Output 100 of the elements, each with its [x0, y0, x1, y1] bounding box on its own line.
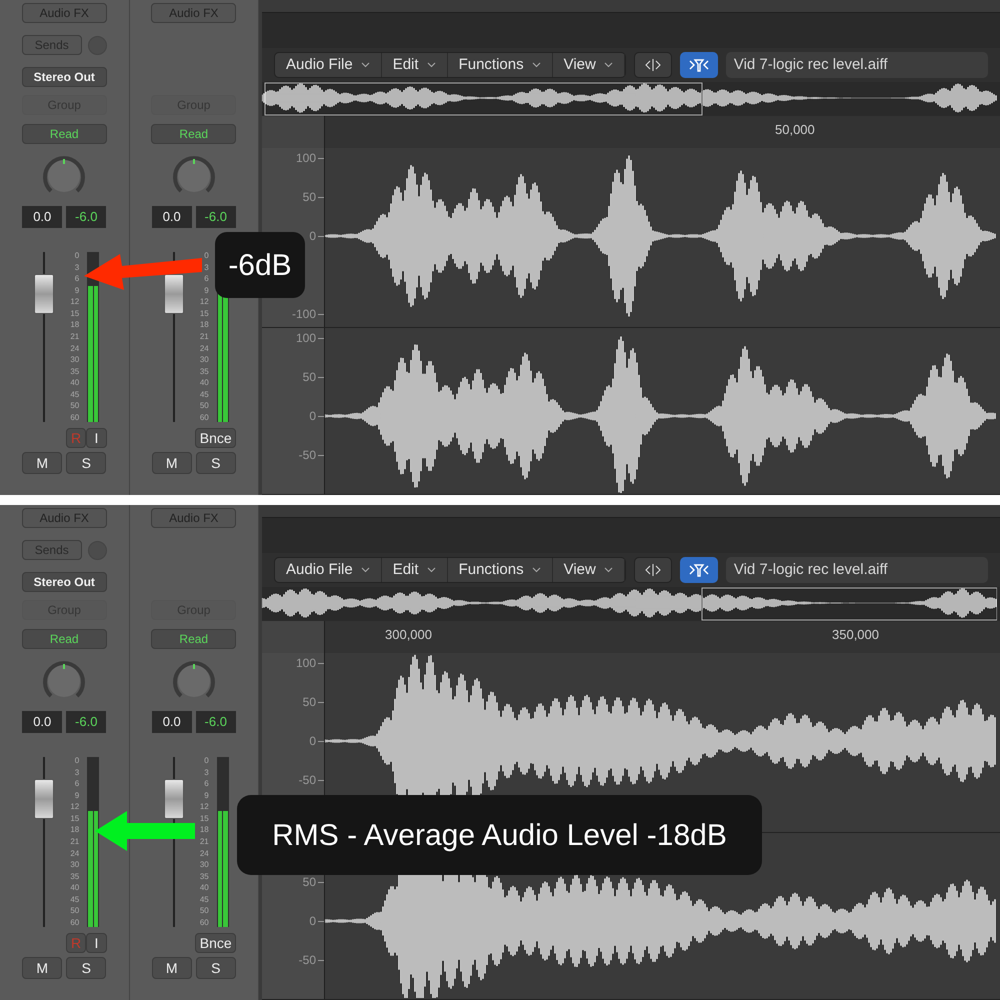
meter-scale-label: 15	[69, 310, 80, 318]
meter-scale-label: 12	[69, 803, 80, 812]
meter-scale-label: 30	[198, 861, 209, 870]
meter-scale-label: 35	[69, 368, 80, 376]
funnel-icon	[688, 58, 710, 72]
volume-value-field[interactable]: -6.0	[196, 206, 236, 228]
meter-scale-label: 9	[203, 792, 209, 800]
callout-label: RMS - Average Audio Level -18dB	[237, 795, 762, 875]
mute-button[interactable]: M	[22, 957, 62, 979]
meter-scale-label: 45	[198, 896, 209, 904]
meter-scale-label: 6	[74, 780, 80, 788]
split-tool-button[interactable]	[634, 52, 672, 78]
meter-scale-label: 24	[69, 850, 80, 858]
pan-value-field[interactable]: 0.0	[152, 711, 192, 733]
menu-button[interactable]: Audio File	[275, 53, 382, 77]
meter-scale-label: 0	[74, 757, 80, 765]
meter-scale-label: 15	[198, 310, 209, 318]
output-button[interactable]: Stereo Out	[22, 572, 107, 592]
meter-scale-label: 9	[203, 286, 209, 295]
chevron-down-icon	[604, 62, 613, 68]
meter-scale-label: 3	[203, 768, 209, 777]
amplitude-label: -50	[298, 954, 316, 966]
pan-value-field[interactable]: 0.0	[22, 711, 62, 733]
automation-mode-button[interactable]: Read	[151, 124, 236, 144]
bounce-button[interactable]: Bnce	[195, 933, 236, 953]
automation-mode-button[interactable]: Read	[22, 124, 107, 144]
pan-value-field[interactable]: 0.0	[152, 206, 192, 228]
meter-scale-label: 15	[198, 814, 209, 823]
split-icon	[644, 563, 662, 577]
meter-scale-label: 40	[69, 884, 80, 892]
amplitude-label: 0	[309, 915, 316, 927]
mute-button[interactable]: M	[152, 452, 192, 474]
solo-button[interactable]: S	[66, 957, 106, 979]
input-monitor-button[interactable]: I	[86, 933, 107, 953]
meter-scale-label: 6	[203, 780, 209, 788]
meter-scale-label: 15	[69, 814, 80, 823]
volume-value-field[interactable]: -6.0	[66, 206, 106, 228]
catch-playhead-button[interactable]	[680, 52, 718, 78]
arrow-icon	[93, 810, 197, 852]
meter-scale-label: 30	[198, 356, 209, 364]
meter-scale-label: 24	[198, 850, 209, 858]
file-name-field: Vid 7-logic rec level.aiff	[726, 557, 988, 583]
split-tool-button[interactable]	[634, 557, 672, 583]
bounce-button[interactable]: Bnce	[195, 428, 236, 448]
solo-button[interactable]: S	[66, 452, 106, 474]
meter-scale-label: 60	[69, 414, 80, 422]
solo-button[interactable]: S	[196, 957, 236, 979]
ruler-label: 50,000	[775, 121, 815, 139]
meter-scale-label: 21	[69, 332, 80, 341]
meter-scale-label: 12	[198, 298, 209, 306]
meter-scale-label: 35	[198, 368, 209, 376]
meter-scale-label: 45	[198, 390, 209, 399]
meter-scale-label: 24	[198, 344, 209, 352]
chevron-down-icon	[426, 567, 436, 573]
menu-button[interactable]: View	[552, 53, 625, 77]
file-name-field: Vid 7-logic rec level.aiff	[726, 52, 988, 78]
menu-button[interactable]: Edit	[382, 558, 448, 582]
meter-scale-label: 40	[198, 884, 209, 892]
meter-scale-label: 6	[74, 275, 80, 284]
menu-button[interactable]: View	[552, 558, 625, 582]
amplitude-label: 0	[309, 735, 316, 747]
volume-value-field[interactable]: -6.0	[66, 711, 106, 733]
ruler-label: 350,000	[832, 626, 879, 644]
menu-button[interactable]: Functions	[448, 53, 553, 77]
output-button[interactable]: Stereo Out	[22, 67, 107, 87]
amplitude-label: 50	[302, 876, 316, 888]
automation-mode-button[interactable]: Read	[151, 629, 236, 649]
mute-button[interactable]: M	[22, 452, 62, 474]
amplitude-label: 0	[309, 410, 316, 422]
meter-scale-label: 45	[69, 896, 80, 904]
input-monitor-button[interactable]: I	[86, 428, 107, 448]
amplitude-label: 50	[302, 371, 316, 383]
mute-button[interactable]: M	[152, 957, 192, 979]
meter-scale-label: 30	[69, 861, 80, 870]
callout-label: -6dB	[215, 232, 305, 298]
meter-scale-label: 18	[69, 826, 80, 834]
meter-scale-label: 45	[69, 390, 80, 399]
solo-button[interactable]: S	[196, 452, 236, 474]
meter-scale-label: 9	[74, 286, 80, 295]
volume-value-field[interactable]: -6.0	[196, 711, 236, 733]
automation-mode-button[interactable]: Read	[22, 629, 107, 649]
meter-scale-label: 35	[69, 872, 80, 881]
amplitude-label: -50	[298, 449, 316, 461]
pan-value-field[interactable]: 0.0	[22, 206, 62, 228]
meter-scale-label: 12	[198, 803, 209, 812]
amplitude-label: 50	[302, 696, 316, 708]
catch-playhead-button[interactable]	[680, 557, 718, 583]
meter-scale-label: 24	[69, 344, 80, 352]
menu-button[interactable]: Edit	[382, 53, 448, 77]
funnel-icon	[688, 563, 710, 577]
split-icon	[644, 58, 662, 72]
meter-scale-label: 40	[198, 379, 209, 388]
meter-scale-label: 21	[198, 838, 209, 846]
menu-button[interactable]: Audio File	[275, 558, 382, 582]
amplitude-label: 0	[309, 230, 316, 242]
meter-scale-label: 60	[69, 918, 80, 927]
chevron-down-icon	[426, 62, 436, 68]
menu-button[interactable]: Functions	[448, 558, 553, 582]
meter-scale-label: 12	[69, 298, 80, 306]
amplitude-label: -50	[298, 774, 316, 786]
